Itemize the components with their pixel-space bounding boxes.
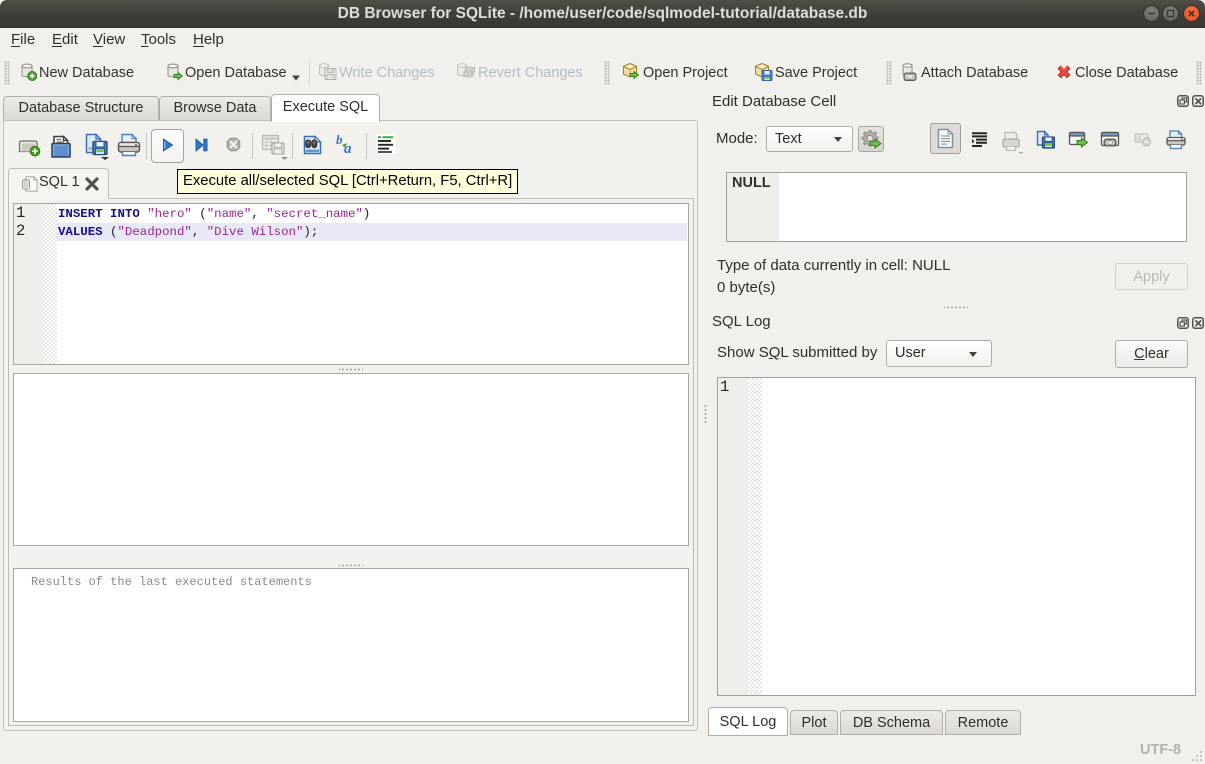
svg-text:b: b bbox=[336, 134, 343, 147]
svg-text:a: a bbox=[344, 141, 352, 155]
